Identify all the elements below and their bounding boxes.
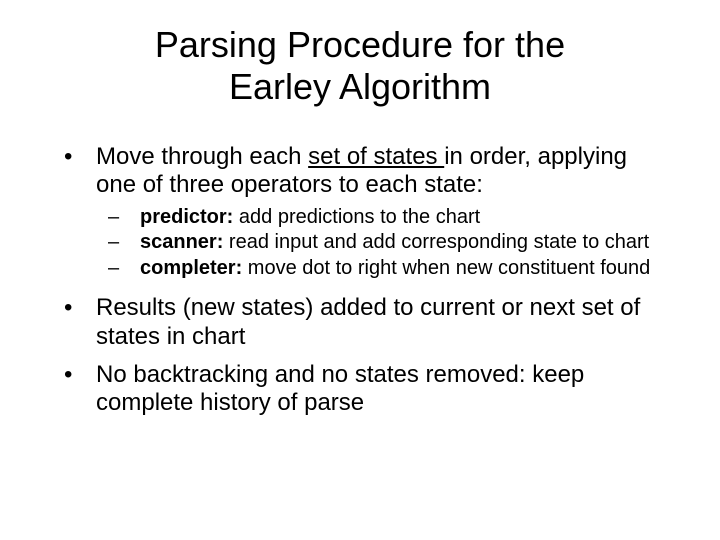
sub-bold-predictor: predictor: [140,206,233,228]
bullet-2: Results (new states) added to current or… [50,294,670,351]
slide-title: Parsing Procedure for the Earley Algorit… [50,24,670,109]
sub-item-predictor: predictor: add predictions to the chart [96,206,670,230]
bullet-2-text: Results (new states) added to current or… [96,294,640,349]
sub-bold-completer: completer: [140,257,242,279]
sub-item-scanner: scanner: read input and add correspondin… [96,231,670,255]
sub-item-completer: completer: move dot to right when new co… [96,257,670,281]
bullet-3-text: No backtracking and no states removed: k… [96,361,584,416]
title-line-1: Parsing Procedure for the [155,24,565,65]
sub-bold-scanner: scanner: [140,231,223,253]
sub-text-completer: move dot to right when new constituent f… [242,257,650,279]
sub-text-scanner: read input and add corresponding state t… [223,231,649,253]
bullet-1: Move through each set of states in order… [50,143,670,280]
sub-text-predictor: add predictions to the chart [233,206,480,228]
bullet-list: Move through each set of states in order… [50,143,670,418]
sub-list: predictor: add predictions to the chart … [96,206,670,281]
bullet-1-text-a: Move through each [96,143,308,170]
title-line-2: Earley Algorithm [229,66,491,107]
bullet-3: No backtracking and no states removed: k… [50,361,670,418]
slide: Parsing Procedure for the Earley Algorit… [0,0,720,540]
bullet-1-underline: set of states [308,143,444,170]
